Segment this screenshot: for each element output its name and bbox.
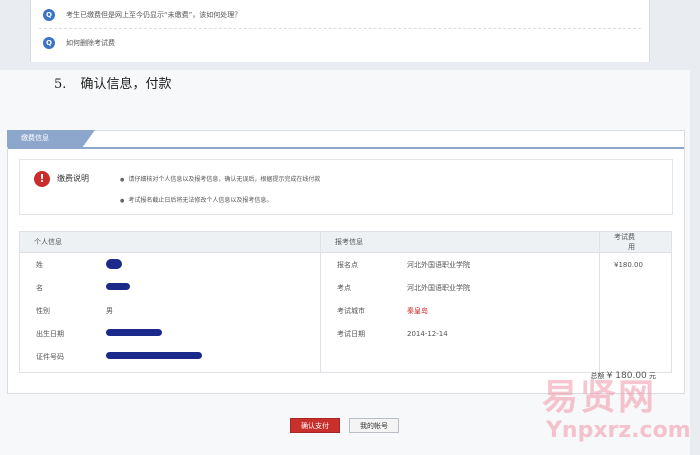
faq-list: Q 考生已缴费但是网上至今仍显示“未缴费”，该如何处理？ Q 如何删除考试费	[30, 0, 650, 62]
field-label: 出生日期	[36, 329, 64, 338]
field-value: 男	[106, 306, 113, 315]
personal-row: 证件号码	[20, 345, 320, 368]
watermark-logo: 易贤网	[542, 377, 657, 418]
step-heading: 5. 确认信息，付款	[54, 73, 172, 92]
field-label: 报名点	[337, 260, 358, 269]
notice-line: 请仔细核对个人信息以及报考信息，确认无误后，根据提示完成在线付款	[120, 174, 320, 183]
question-icon: Q	[43, 37, 55, 49]
fee-cell: ¥180.00	[599, 252, 672, 373]
personal-info-cell: 姓 名 性别 男 出生日期 证件号码	[19, 252, 321, 373]
divider	[39, 28, 641, 29]
my-account-button[interactable]: 我的帐号	[349, 418, 399, 433]
info-table: 个人信息 报考信息 考试费用 姓 名 性别 男 出生日期 证件号码 报名点 河北…	[19, 231, 672, 373]
personal-row: 出生日期	[20, 322, 320, 345]
notice-line: 考试报名截止日后将无法修改个人信息以及报考信息。	[120, 195, 272, 204]
faq-item-text[interactable]: 考生已缴费但是网上至今仍显示“未缴费”，该如何处理？	[66, 10, 241, 20]
redaction-mark	[106, 329, 162, 336]
panel-divider	[8, 147, 684, 149]
exam-row: 考试日期 2014-12-14	[321, 322, 599, 345]
payment-notice: ! 缴费说明 请仔细核对个人信息以及报考信息，确认无误后，根据提示完成在线付款 …	[19, 159, 673, 215]
field-value	[92, 352, 202, 361]
personal-row: 姓	[20, 253, 320, 276]
field-value: 秦皇岛	[407, 306, 428, 315]
field-value: 2014-12-14	[407, 329, 448, 338]
field-label: 考试城市	[337, 306, 365, 315]
field-value	[92, 329, 162, 338]
step-title: 确认信息，付款	[80, 77, 172, 92]
redaction-mark	[106, 283, 130, 290]
step-number: 5.	[54, 77, 67, 92]
field-value: 河北外国语职业学院	[407, 283, 470, 292]
field-value	[92, 283, 130, 292]
faq-item[interactable]: Q 考生已缴费但是网上至今仍显示“未缴费”，该如何处理？	[43, 6, 241, 24]
fee-value: ¥180.00	[614, 260, 643, 269]
personal-row: 名	[20, 276, 320, 299]
redaction-mark	[106, 258, 122, 269]
field-label: 考试日期	[337, 329, 365, 338]
personal-row: 性别 男	[20, 299, 320, 322]
fee-row: ¥180.00	[600, 253, 671, 276]
field-label: 性别	[36, 306, 50, 315]
confirm-payment-button[interactable]: 确认支付	[290, 418, 340, 433]
alert-icon: !	[34, 171, 50, 187]
redaction-mark	[106, 352, 202, 359]
field-label: 姓	[36, 260, 43, 269]
watermark-url: Ynpxrz.com	[546, 418, 691, 443]
payment-panel: 缴费信息 ! 缴费说明 请仔细核对个人信息以及报考信息，确认无误后，根据提示完成…	[7, 130, 685, 394]
faq-item-text[interactable]: 如何删除考试费	[66, 38, 115, 48]
exam-row: 报名点 河北外国语职业学院	[321, 253, 599, 276]
exam-row: 考试城市 秦皇岛	[321, 299, 599, 322]
field-label: 名	[36, 283, 43, 292]
exam-row: 考点 河北外国语职业学院	[321, 276, 599, 299]
question-icon: Q	[43, 9, 55, 21]
field-value	[92, 258, 122, 271]
exam-info-cell: 报名点 河北外国语职业学院 考点 河北外国语职业学院 考试城市 秦皇岛 考试日期…	[320, 252, 600, 373]
header-exam: 报考信息	[320, 231, 600, 253]
faq-item[interactable]: Q 如何删除考试费	[43, 34, 115, 52]
panel-tab: 缴费信息	[7, 130, 95, 147]
header-fee: 考试费用	[599, 231, 672, 253]
field-value: 河北外国语职业学院	[407, 260, 470, 269]
notice-title: 缴费说明	[57, 174, 89, 183]
header-personal: 个人信息	[19, 231, 321, 253]
field-label: 证件号码	[36, 352, 64, 361]
field-label: 考点	[337, 283, 351, 292]
